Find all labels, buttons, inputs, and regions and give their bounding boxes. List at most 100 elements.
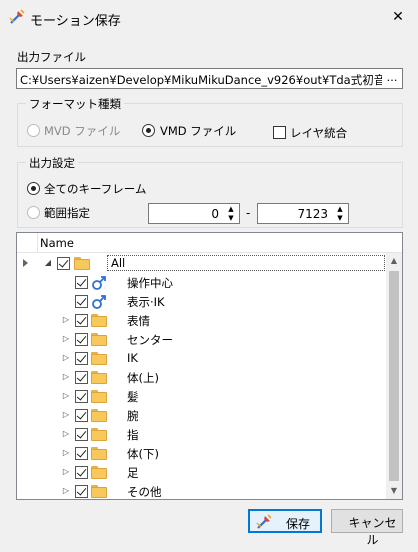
tree-checkbox[interactable] — [75, 390, 88, 403]
output-path-value: C:¥Users¥aizen¥Develop¥MikuMikuDance_v92… — [20, 73, 403, 87]
tree-node-label: その他 — [127, 485, 162, 499]
tree-checkbox[interactable] — [75, 371, 88, 384]
vmd-radio[interactable] — [142, 124, 155, 137]
output-file-label: 出力ファイル — [17, 50, 86, 64]
folder-icon — [91, 352, 107, 365]
scroll-down-icon[interactable]: ▼ — [386, 483, 402, 499]
collapse-arrow-icon[interactable]: ◢ — [43, 258, 53, 268]
format-group-title: フォーマット種類 — [26, 96, 124, 112]
tree-node-label: 足 — [127, 466, 139, 480]
mvd-radio[interactable] — [27, 124, 40, 137]
tree-checkbox[interactable] — [57, 257, 70, 270]
mvd-radio-label: MVD ファイル — [44, 124, 121, 138]
tree-header: Name — [17, 233, 402, 253]
save-button[interactable]: 保存 — [248, 509, 322, 533]
column-name-header[interactable]: Name — [40, 236, 74, 250]
folder-icon — [91, 314, 107, 327]
folder-icon — [91, 485, 107, 498]
folder-icon — [91, 428, 107, 441]
expand-arrow-icon[interactable]: ▷ — [61, 353, 71, 363]
tree-row[interactable]: ▷ 体(下) — [17, 444, 387, 463]
expand-arrow-icon[interactable]: ▷ — [61, 372, 71, 382]
tree-row[interactable]: ▷ その他 — [17, 482, 387, 499]
tree-row[interactable]: ▷ 髪 — [17, 387, 387, 406]
tree-node-label: IK — [127, 351, 138, 365]
range-radio[interactable] — [27, 206, 40, 219]
tree-checkbox[interactable] — [75, 485, 88, 498]
tree-row[interactable]: 操作中心 — [17, 273, 387, 292]
tree-node-label: 体(下) — [127, 447, 159, 461]
tree-node-label: 表情 — [127, 314, 150, 328]
tree-checkbox[interactable] — [75, 409, 88, 422]
spin-down-icon[interactable]: ▼ — [224, 214, 238, 222]
mmd-motion-icon — [256, 514, 272, 529]
output-path-field[interactable]: C:¥Users¥aizen¥Develop¥MikuMikuDance_v92… — [16, 68, 403, 89]
cancel-button-label: キャンセル — [348, 516, 397, 547]
folder-icon — [91, 447, 107, 460]
folder-icon — [91, 390, 107, 403]
title-bar: モーション保存 ✕ — [0, 0, 418, 34]
tree-row-all[interactable]: ◢ All — [17, 254, 387, 273]
spin-up-icon[interactable]: ▲ — [333, 205, 347, 213]
cancel-button[interactable]: キャンセル — [331, 509, 403, 547]
tree-row[interactable]: ▷ 体(上) — [17, 368, 387, 387]
tree-node-label: All — [107, 255, 385, 271]
folder-icon — [91, 466, 107, 479]
expand-arrow-icon[interactable]: ▷ — [61, 315, 71, 325]
mmd-motion-icon — [9, 9, 25, 24]
tree-node-label: 体(上) — [127, 371, 159, 385]
expand-arrow-icon[interactable]: ▷ — [61, 410, 71, 420]
tree-checkbox[interactable] — [75, 428, 88, 441]
male-symbol-icon — [92, 276, 106, 290]
tree-row[interactable]: 表示·IK — [17, 292, 387, 311]
range-start-input[interactable]: 0 ▲ ▼ — [148, 203, 240, 224]
male-symbol-icon — [92, 295, 106, 309]
expand-arrow-icon[interactable]: ▷ — [61, 467, 71, 477]
spin-up-icon[interactable]: ▲ — [224, 205, 238, 213]
expand-arrow-icon[interactable]: ▷ — [61, 486, 71, 496]
all-keyframes-radio[interactable] — [27, 182, 40, 195]
tree-checkbox[interactable] — [75, 314, 88, 327]
tree-scrollbar[interactable]: ▲ ▼ — [386, 253, 402, 499]
tree-node-label: 操作中心 — [127, 276, 173, 290]
tree-row[interactable]: ▷ 腕 — [17, 406, 387, 425]
folder-icon — [91, 409, 107, 422]
vmd-radio-label: VMD ファイル — [160, 124, 237, 138]
tree-row[interactable]: ▷ 足 — [17, 463, 387, 482]
tree-checkbox[interactable] — [75, 333, 88, 346]
ellipsis-icon: … — [386, 71, 398, 84]
tree-row[interactable]: ▷ 指 — [17, 425, 387, 444]
folder-icon — [91, 333, 107, 346]
scroll-up-icon[interactable]: ▲ — [386, 253, 402, 269]
tree-row[interactable]: ▷ センター — [17, 330, 387, 349]
close-icon: ✕ — [392, 9, 404, 25]
expand-arrow-icon[interactable]: ▷ — [61, 429, 71, 439]
folder-icon — [74, 257, 90, 270]
tree-row[interactable]: ▷ IK — [17, 349, 387, 368]
scrollbar-thumb[interactable] — [389, 271, 399, 481]
folder-icon — [91, 371, 107, 384]
tree-node-label: 髪 — [127, 390, 139, 404]
expand-arrow-icon[interactable]: ▷ — [61, 334, 71, 344]
merge-layers-checkbox[interactable] — [273, 126, 286, 139]
bone-tree[interactable]: Name ◢ All 操作中心 表示·IK ▷ 表情 ▷ センター ▷ IK ▷ — [16, 232, 403, 500]
range-end-value: 7123 — [297, 207, 328, 221]
tree-checkbox[interactable] — [75, 447, 88, 460]
spin-down-icon[interactable]: ▼ — [333, 214, 347, 222]
tree-node-label: センター — [127, 333, 173, 347]
tree-checkbox[interactable] — [75, 466, 88, 479]
save-button-label: 保存 — [286, 517, 311, 531]
range-end-input[interactable]: 7123 ▲ ▼ — [257, 203, 349, 224]
tree-row[interactable]: ▷ 表情 — [17, 311, 387, 330]
expand-arrow-icon[interactable]: ▷ — [61, 391, 71, 401]
tree-checkbox[interactable] — [75, 352, 88, 365]
close-button[interactable]: ✕ — [390, 9, 406, 25]
tree-checkbox[interactable] — [75, 276, 88, 289]
output-settings-title: 出力設定 — [26, 155, 78, 171]
row-indicator-icon — [23, 259, 28, 267]
all-keyframes-label: 全てのキーフレーム — [44, 182, 147, 196]
tree-checkbox[interactable] — [75, 295, 88, 308]
expand-arrow-icon[interactable]: ▷ — [61, 448, 71, 458]
tree-node-label: 指 — [127, 428, 139, 442]
browse-button[interactable]: … — [382, 69, 402, 88]
